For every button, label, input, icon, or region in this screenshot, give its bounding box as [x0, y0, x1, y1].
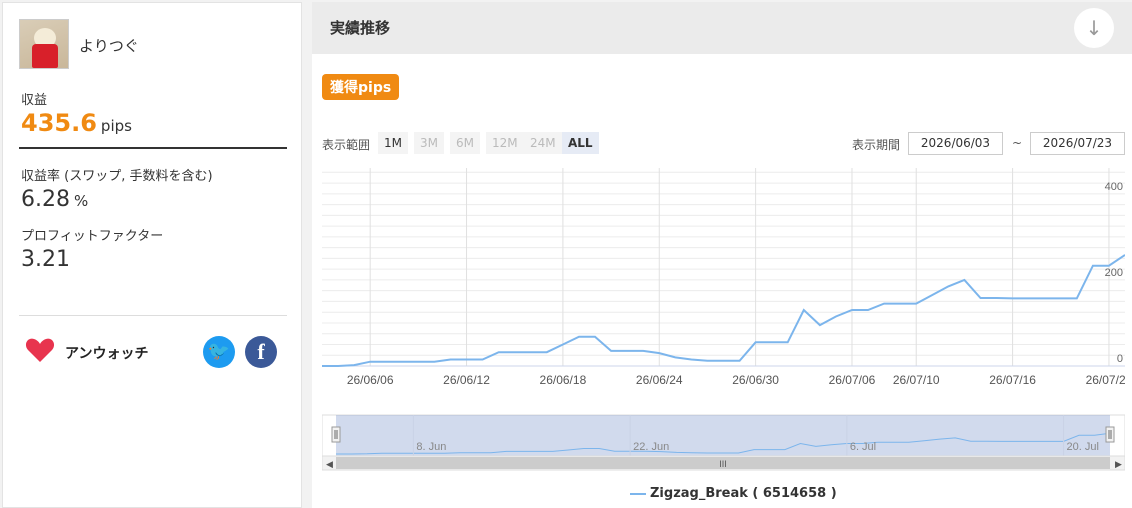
y-tick-label: 200	[1105, 267, 1123, 279]
x-tick-label: 26/07/10	[893, 373, 940, 387]
navigator-label: 20. Jul	[1067, 441, 1099, 453]
range-button-6m[interactable]: 6M	[450, 132, 480, 154]
profit-unit: pips	[100, 117, 132, 135]
tab-pips[interactable]: 獲得pips	[322, 74, 400, 100]
range-button-3m[interactable]: 3M	[414, 132, 444, 154]
x-tick-label: 26/06/24	[636, 373, 683, 387]
avatar-body	[32, 44, 58, 68]
y-tick-label: 400	[1105, 181, 1123, 193]
period-tilde: ~	[1012, 136, 1023, 150]
profile-panel: よりつぐ 収益 435.6 pips 収益率 (スワップ, 手数料を含む) 6.2…	[2, 2, 302, 508]
navigator-handle	[1105, 426, 1115, 443]
profit-label: 収益	[21, 93, 48, 108]
x-tick-label: 26/06/18	[540, 373, 587, 387]
range-label: 表示範囲	[322, 138, 371, 152]
x-tick-label: 26/06/12	[443, 373, 490, 387]
heart-icon[interactable]	[25, 337, 55, 363]
rate-unit: %	[73, 192, 89, 210]
rate-label: 収益率 (スワップ, 手数料を含む)	[21, 169, 213, 184]
navigator-label: 8. Jun	[416, 441, 446, 453]
legend-line	[630, 492, 646, 495]
x-tick-label: 26/07/06	[829, 373, 876, 387]
divider	[19, 147, 287, 149]
navigator-label: 22. Jun	[633, 441, 669, 453]
rate-value-wrap: 6.28%	[21, 187, 88, 212]
legend-label: Zigzag_Break ( 6514658 )	[650, 486, 837, 501]
pf-label: プロフィットファクター	[21, 229, 164, 244]
divider	[19, 315, 287, 316]
twitter-icon[interactable]: 🐦	[203, 336, 235, 368]
profit-value: 435.6	[21, 109, 97, 137]
y-tick-label: 0	[1117, 353, 1123, 365]
range-button-all[interactable]: ALL	[562, 132, 599, 154]
range-button-12m[interactable]: 12M	[486, 132, 524, 154]
rate-value: 6.28	[21, 187, 70, 212]
profit-value-wrap: 435.6 pips	[21, 109, 132, 137]
section-header: 実績推移 ↓	[312, 2, 1132, 54]
section-title: 実績推移	[330, 19, 391, 37]
navigator-handle	[331, 426, 341, 443]
x-tick-label: 26/07/16	[989, 373, 1036, 387]
avatar[interactable]	[19, 19, 69, 69]
date-from-input[interactable]: 2026/06/03	[908, 132, 1003, 155]
scrollbar-right-arrow: ▶	[1115, 460, 1122, 470]
username[interactable]: よりつぐ	[79, 35, 139, 56]
x-tick-label: 26/07/22	[1086, 373, 1125, 387]
performance-panel: 実績推移 ↓ 獲得pips 表示範囲 1M 3M 6M 12M 24M ALL …	[312, 2, 1132, 508]
period-label: 表示期間	[852, 138, 901, 152]
arrow-down-icon[interactable]: ↓	[1074, 8, 1114, 48]
unwatch-button[interactable]: アンウォッチ	[65, 343, 148, 363]
legend-item[interactable]: Zigzag_Break ( 6514658 )	[630, 486, 837, 501]
x-tick-label: 26/06/30	[732, 373, 779, 387]
scrollbar-grip: III	[719, 459, 727, 469]
range-button-24m[interactable]: 24M	[524, 132, 562, 154]
navigator-label: 6. Jul	[850, 441, 876, 453]
x-tick-label: 26/06/06	[347, 373, 394, 387]
scrollbar-left-arrow: ◀	[326, 460, 333, 470]
pf-value: 3.21	[21, 247, 70, 272]
date-to-input[interactable]: 2026/07/23	[1030, 132, 1125, 155]
range-button-1m[interactable]: 1M	[378, 132, 408, 154]
facebook-icon[interactable]: f	[245, 336, 277, 368]
pips-chart[interactable]: 26/06/06 26/06/12 26/06/18 26/06/24 26/06/30…	[322, 166, 1125, 496]
navigator-mask	[336, 415, 1110, 456]
